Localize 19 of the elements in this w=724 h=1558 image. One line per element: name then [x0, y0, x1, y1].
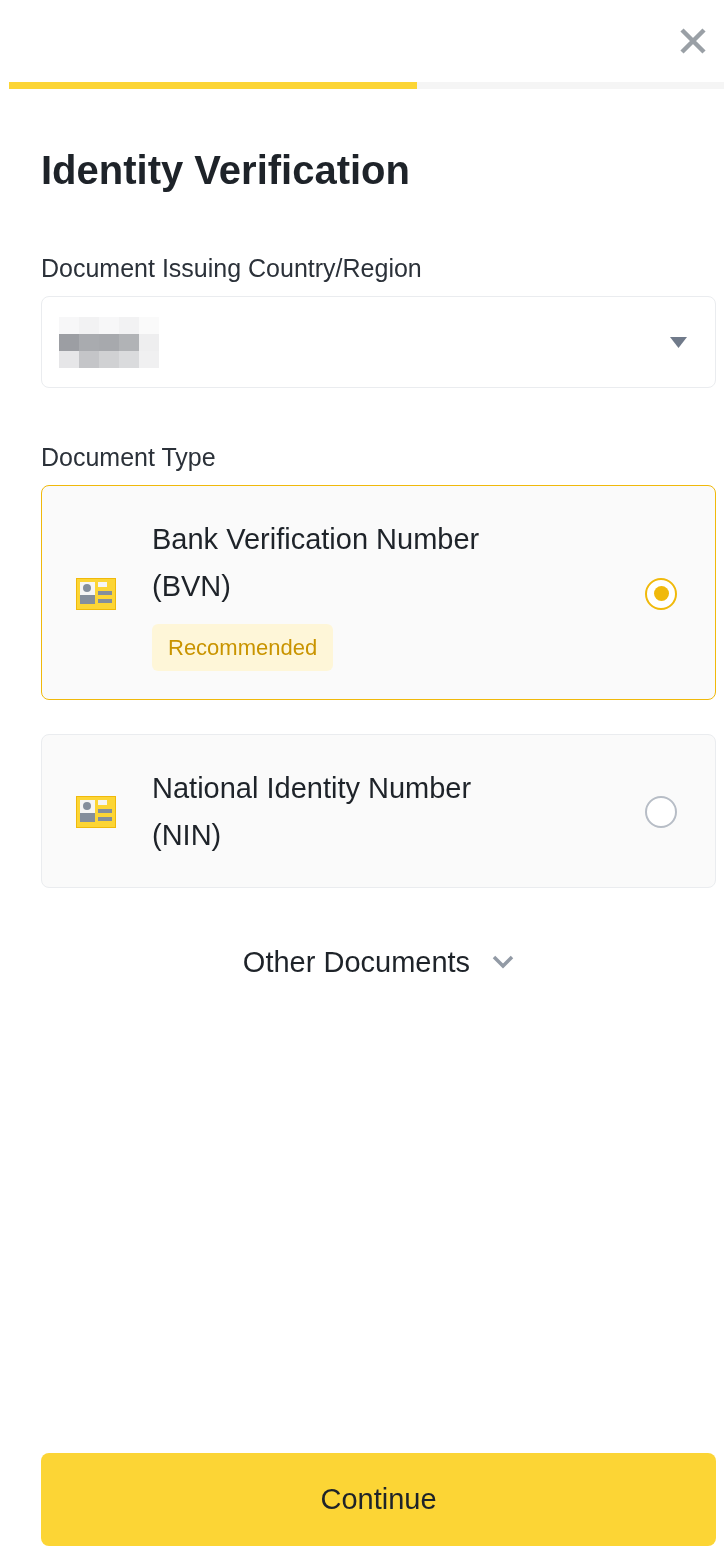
document-option-card[interactable]: National Identity Number (NIN)	[41, 734, 716, 888]
document-name: National Identity Number (NIN)	[152, 771, 473, 853]
close-icon	[680, 28, 706, 54]
continue-button[interactable]: Continue	[41, 1453, 716, 1546]
radio-button[interactable]	[645, 577, 677, 610]
radio-button[interactable]	[645, 796, 677, 828]
field-label: Document Type	[41, 442, 217, 472]
id-card-icon	[76, 796, 116, 828]
option-badge: Recommended	[152, 624, 334, 671]
other-documents-button[interactable]: Other Documents	[242, 942, 515, 982]
country-select[interactable]	[41, 296, 716, 388]
id-card-icon	[76, 577, 116, 610]
caret-down-icon	[670, 336, 687, 348]
close-button[interactable]	[679, 27, 707, 55]
field-label: Document Issuing Country/Region	[41, 253, 423, 283]
document-name: Bank Verification Number (BVN)	[152, 522, 481, 604]
document-option-card[interactable]: Bank Verification Number (BVN) Recommended	[41, 485, 716, 700]
page-title: Identity Verification	[41, 147, 411, 194]
other-documents-label: Other Documents	[242, 945, 471, 980]
